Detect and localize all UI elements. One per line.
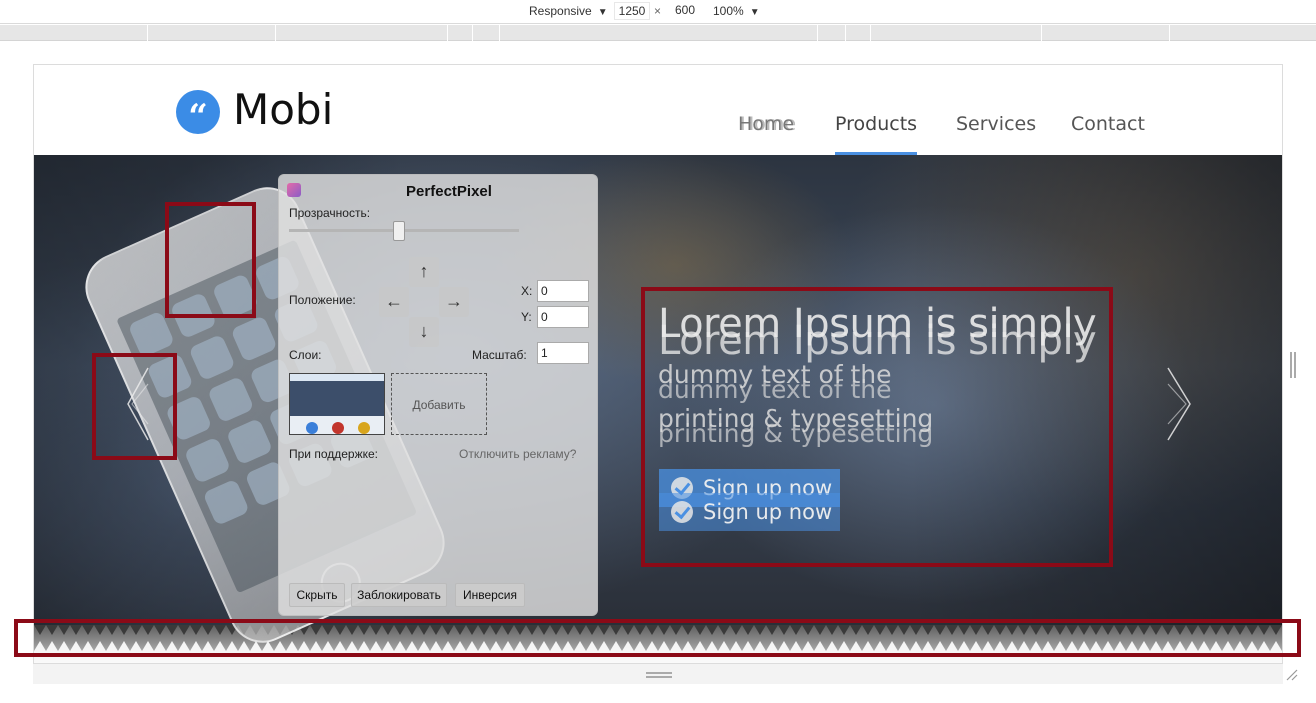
- nav-services[interactable]: Services: [956, 113, 1036, 135]
- chevron-down-icon: ▼: [597, 7, 608, 18]
- chevron-down-icon: ▼: [749, 7, 760, 18]
- move-up-button[interactable]: ↑: [409, 257, 439, 287]
- nav-products[interactable]: Products: [835, 113, 918, 155]
- disable-ads-link[interactable]: Отключить рекламу?: [459, 447, 576, 461]
- move-right-button[interactable]: →: [439, 287, 469, 317]
- nav-home-ghost-label: Home: [740, 113, 797, 135]
- perfectpixel-title: PerfectPixel: [406, 183, 492, 200]
- layer-visibility-icon[interactable]: [306, 422, 318, 434]
- y-label: Y:: [521, 310, 532, 324]
- x-position-input[interactable]: 0: [537, 280, 589, 302]
- scale-input[interactable]: 1: [537, 342, 589, 364]
- viewport-height-input[interactable]: 600: [668, 2, 702, 20]
- zoom-select[interactable]: 100% ▼: [713, 4, 760, 18]
- nav-contact[interactable]: Contact: [1071, 113, 1145, 135]
- layers-label: Слои:: [289, 348, 322, 362]
- device-mode-select[interactable]: Responsive ▼: [529, 4, 608, 18]
- devtools-device-toolbar: Responsive ▼ 1250 × 600 100% ▼: [0, 0, 1316, 24]
- slider-next-icon[interactable]: [1160, 364, 1200, 444]
- highlight-box-hero-text: [641, 287, 1113, 567]
- layer-lock-icon[interactable]: [358, 422, 370, 434]
- perfectpixel-panel[interactable]: PerfectPixel Прозрачность: ↑ Положение: …: [278, 174, 598, 616]
- quote-logo-icon[interactable]: “: [176, 90, 220, 137]
- viewport-resize-handle-bottom[interactable]: [646, 672, 672, 678]
- nav-home[interactable]: Home Home: [738, 113, 797, 135]
- move-down-button[interactable]: ↓: [409, 317, 439, 347]
- site-header: “ Mobi Home Home Products Services Conta…: [34, 65, 1282, 155]
- y-position-input[interactable]: 0: [537, 306, 589, 328]
- highlight-box-phone-corner: [165, 202, 256, 318]
- x-label: X:: [521, 284, 533, 298]
- viewport-width-input[interactable]: 1250: [614, 2, 650, 20]
- opacity-slider-thumb[interactable]: [393, 221, 405, 241]
- dimension-separator: ×: [654, 4, 662, 18]
- hide-button[interactable]: Скрыть: [289, 583, 345, 607]
- nav-products-label: Products: [835, 113, 918, 135]
- scale-label: Масштаб:: [472, 348, 527, 362]
- add-layer-button[interactable]: Добавить: [391, 373, 487, 435]
- media-query-ruler[interactable]: [0, 25, 1316, 41]
- highlight-box-prev-arrow: [92, 353, 177, 460]
- opacity-label: Прозрачность:: [289, 206, 371, 220]
- site-logo-text[interactable]: Mobi: [233, 85, 333, 134]
- move-left-button[interactable]: ←: [379, 287, 409, 317]
- device-mode-label: Responsive: [529, 4, 592, 18]
- lock-button[interactable]: Заблокировать: [351, 583, 447, 607]
- layer-delete-icon[interactable]: [332, 422, 344, 434]
- highlight-box-zigzag: [14, 619, 1301, 657]
- resize-grip-icon[interactable]: [1285, 668, 1299, 682]
- invert-button[interactable]: Инверсия: [455, 583, 525, 607]
- zoom-label: 100%: [713, 4, 744, 18]
- layer-thumbnail[interactable]: [289, 373, 385, 435]
- support-label: При поддержке:: [289, 447, 379, 461]
- viewport-resize-handle-right[interactable]: [1290, 352, 1296, 378]
- position-label: Положение:: [289, 293, 356, 307]
